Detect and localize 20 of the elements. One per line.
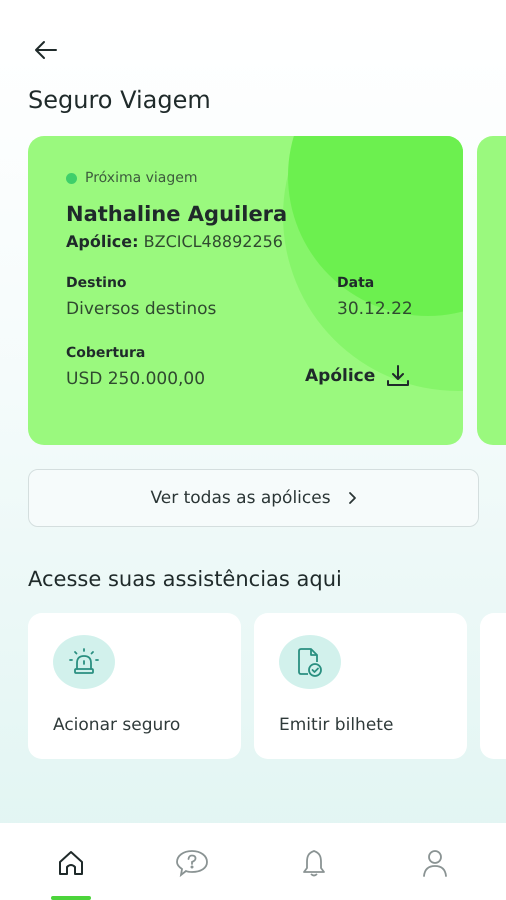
all-policies-button[interactable]: Ver todas as apólices [28,469,479,527]
field-value: Diversos destinos [66,299,218,319]
page-title: Seguro Viagem [28,86,212,114]
download-icon [385,363,412,389]
assistance-card[interactable]: Acionar seguro [28,613,241,759]
document-check-icon [295,646,325,678]
field-label: Data [337,275,376,291]
holder-name: Nathaline Aguilera [66,202,288,226]
policy-number: Apólice: BZCICL48892256 [66,232,284,251]
field-value: 30.12.22 [337,299,414,319]
assistance-card[interactable]: Emitir bilhete [254,613,467,759]
field-label: Destino [66,275,128,291]
chevron-right-icon [346,491,357,505]
download-policy-button[interactable]: Apólice [305,363,425,389]
status-label: Próxima viagem [85,170,198,186]
siren-icon [67,647,101,677]
section-title: Acesse suas assistências aqui [28,567,343,591]
help-icon [175,848,210,878]
profile-icon [421,848,450,878]
field-label: Cobertura [66,345,146,361]
